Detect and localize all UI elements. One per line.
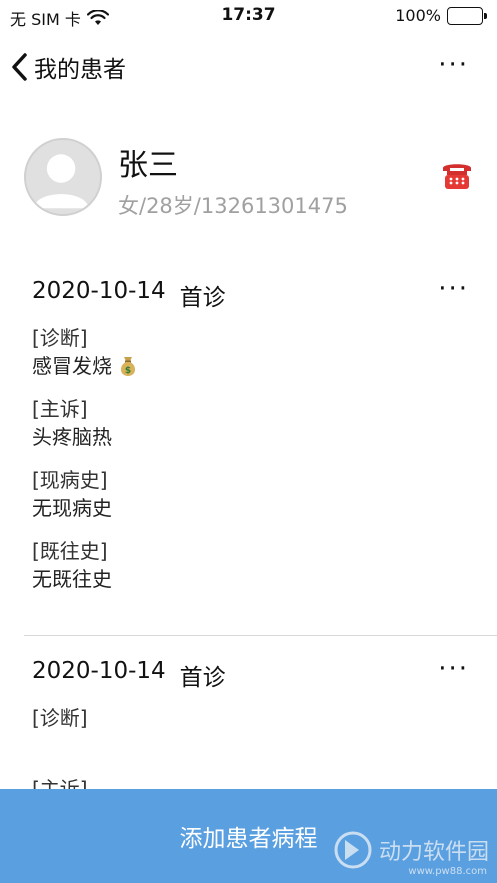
record-more-button[interactable]: ··· (438, 654, 469, 684)
watermark-url: www.pw88.com (408, 866, 487, 877)
back-button[interactable]: 我的患者 (10, 50, 126, 84)
telephone-icon[interactable] (440, 158, 474, 192)
patient-header: 张三 女/28岁/13261301475 (24, 138, 474, 218)
avatar-placeholder-icon (33, 154, 89, 209)
more-options-button[interactable]: ··· (438, 50, 469, 80)
status-bar: 无 SIM 卡 17:37 100% (0, 0, 497, 32)
patient-info: 女/28岁/13261301475 (118, 194, 348, 218)
watermark-logo-icon (334, 831, 372, 869)
field-label: [诊断] (32, 326, 88, 350)
patient-name: 张三 (118, 148, 178, 183)
record-date: 2020-10-14 (32, 658, 166, 684)
record-type: 首诊 (179, 285, 226, 311)
field-value: 头疼脑热 (32, 425, 112, 449)
watermark: 动力软件园 (333, 830, 489, 870)
field-label: [既往史] (32, 539, 108, 563)
field-present-illness: [现病史] 无现病史 (32, 466, 112, 522)
field-value: 感冒发烧 (32, 354, 112, 378)
record-date: 2020-10-14 (32, 278, 166, 304)
nav-bar: 我的患者 ··· (0, 40, 497, 92)
status-right: 100% (395, 6, 487, 25)
record-header: 2020-10-14 首诊 (32, 278, 226, 312)
field-diagnosis: [诊断] (32, 704, 88, 732)
svg-text:$: $ (125, 366, 131, 376)
avatar (24, 138, 102, 216)
money-bag-icon: $ (120, 357, 136, 376)
field-past-history: [既往史] 无既往史 (32, 537, 112, 593)
record-more-button[interactable]: ··· (438, 274, 469, 304)
field-chief-complaint: [主诉] 头疼脑热 (32, 395, 112, 451)
battery-icon (447, 6, 487, 25)
divider (24, 635, 497, 636)
field-label: [诊断] (32, 706, 88, 730)
field-value: 无既往史 (32, 567, 112, 591)
field-diagnosis: [诊断] 感冒发烧 $ (32, 324, 140, 380)
watermark-text: 动力软件园 (378, 840, 489, 865)
battery-percent: 100% (395, 6, 441, 25)
field-label: [现病史] (32, 468, 108, 492)
chevron-left-icon (12, 53, 27, 81)
field-value: 无现病史 (32, 496, 112, 520)
nav-title: 我的患者 (34, 57, 126, 83)
record-type: 首诊 (179, 665, 226, 691)
record-header: 2020-10-14 首诊 (32, 658, 226, 692)
field-label: [主诉] (32, 397, 88, 421)
